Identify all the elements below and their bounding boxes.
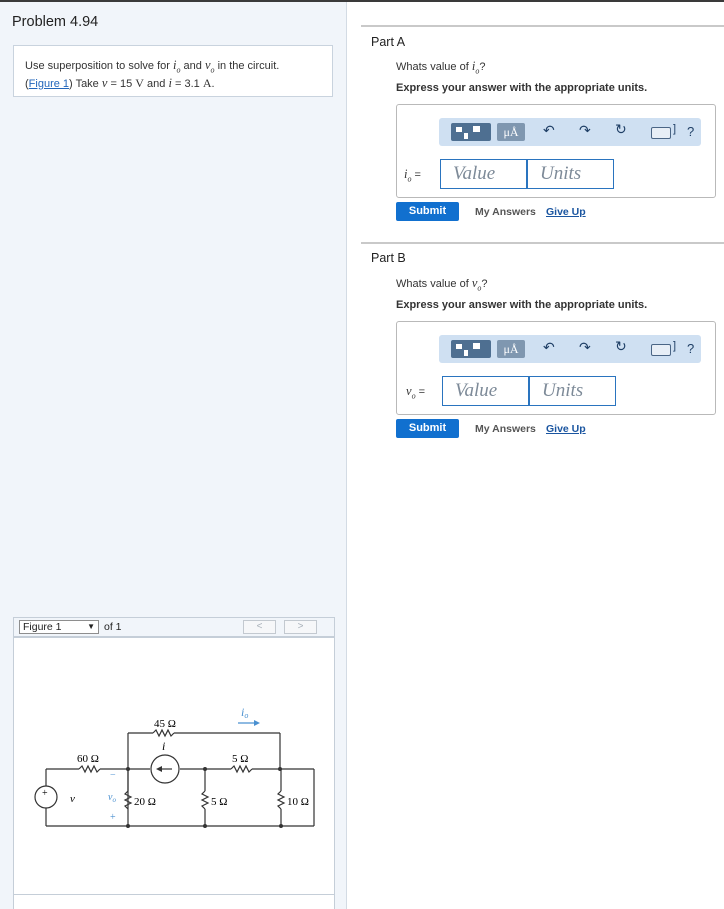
prev-figure-button[interactable]: < xyxy=(243,620,276,634)
statement-and2: and xyxy=(147,77,166,90)
help-button[interactable]: ? xyxy=(687,341,694,356)
part-a-give-up-link[interactable]: Give Up xyxy=(546,206,586,218)
r20-label: 20 Ω xyxy=(134,796,156,808)
r60-label: 60 Ω xyxy=(77,753,99,765)
source-plus: + xyxy=(42,788,48,799)
var-i: i xyxy=(168,75,172,90)
part-a-divider xyxy=(361,25,724,27)
reset-icon[interactable]: ↻ xyxy=(615,121,627,138)
part-a-value-input[interactable]: Value xyxy=(440,159,527,189)
circuit-diagram: 45 Ω 60 Ω 5 Ω 20 Ω 5 Ω 10 Ω i io v vo − … xyxy=(34,705,315,828)
r10-label: 10 Ω xyxy=(287,796,309,808)
figure-navigation-bar: Figure 1 ▼ of 1 < > xyxy=(13,617,335,637)
problem-statement: Use superposition to solve for io and vo… xyxy=(13,45,333,97)
figure-link[interactable]: Figure 1 xyxy=(29,78,69,90)
part-a-question: Whats value of io? xyxy=(396,59,486,76)
part-a-toolbar: μÅ ↶ ↷ ↻ ] ? xyxy=(439,118,701,146)
templates-icon[interactable] xyxy=(451,340,491,358)
var-vo: vo xyxy=(204,58,215,75)
keyboard-toggle-icon[interactable]: ] xyxy=(673,123,676,135)
figure-select[interactable]: Figure 1 ▼ xyxy=(19,620,99,634)
var-v: v xyxy=(101,75,108,90)
v-label: v xyxy=(70,793,75,805)
statement-circuit: in the circuit. xyxy=(217,60,280,72)
r45-label: 45 Ω xyxy=(154,718,176,730)
statement-and: and xyxy=(183,60,202,72)
part-b-toolbar: μÅ ↶ ↷ ↻ ] ? xyxy=(439,335,701,363)
part-b-my-answers-link[interactable]: My Answers xyxy=(475,423,536,435)
part-b-instruction: Express your answer with the appropriate… xyxy=(396,299,648,311)
part-a-units-input[interactable]: Units xyxy=(527,159,614,189)
part-a-submit-button[interactable]: Submit xyxy=(396,202,459,221)
part-b-question: Whats value of vo? xyxy=(396,276,488,293)
r5a-label: 5 Ω xyxy=(232,753,248,765)
io-label: io xyxy=(241,705,248,720)
units-symbol-button[interactable]: μÅ xyxy=(497,123,525,141)
figure-panel: 45 Ω 60 Ω 5 Ω 20 Ω 5 Ω 10 Ω i io v vo − … xyxy=(13,637,335,895)
help-button[interactable]: ? xyxy=(687,124,694,139)
r5b-label: 5 Ω xyxy=(211,796,227,808)
i-label: i xyxy=(162,739,165,753)
part-b-units-input[interactable]: Units xyxy=(529,376,616,406)
part-b-value-input[interactable]: Value xyxy=(442,376,529,406)
dropdown-arrow-icon: ▼ xyxy=(87,622,95,631)
redo-icon[interactable]: ↷ xyxy=(579,122,591,139)
figure-select-value: Figure 1 xyxy=(23,621,62,633)
vo-label: vo xyxy=(108,792,116,804)
part-a-title: Part A xyxy=(371,35,406,49)
part-b-submit-button[interactable]: Submit xyxy=(396,419,459,438)
statement-take: Take xyxy=(75,77,99,90)
part-a-answer-box: μÅ ↶ ↷ ↻ ] ? io = Value Units xyxy=(396,104,716,198)
statement-i-value: = 3.1 xyxy=(174,77,200,90)
part-b-value-label: vo = xyxy=(406,384,426,401)
keyboard-icon[interactable] xyxy=(651,344,671,356)
statement-v-value: = 15 xyxy=(110,77,133,90)
units-symbol-button[interactable]: μÅ xyxy=(497,340,525,358)
reset-icon[interactable]: ↻ xyxy=(615,338,627,355)
templates-icon[interactable] xyxy=(451,123,491,141)
problem-title: Problem 4.94 xyxy=(12,14,99,30)
part-a-value-label: io = xyxy=(404,167,421,184)
undo-icon[interactable]: ↶ xyxy=(543,339,555,356)
part-b-divider xyxy=(361,242,724,244)
part-b-title: Part B xyxy=(371,251,406,265)
statement-text: Use superposition to solve for xyxy=(25,60,170,72)
keyboard-toggle-icon[interactable]: ] xyxy=(673,340,676,352)
unit-volts: V xyxy=(135,75,144,90)
vo-plus: + xyxy=(110,812,116,823)
figure-count: of 1 xyxy=(104,621,122,633)
part-b-answer-box: μÅ ↶ ↷ ↻ ] ? vo = Value Units xyxy=(396,321,716,415)
part-a-instruction: Express your answer with the appropriate… xyxy=(396,82,648,94)
figure-panel-bottom xyxy=(13,895,335,909)
keyboard-icon[interactable] xyxy=(651,127,671,139)
unit-amps: A xyxy=(202,75,212,90)
vo-minus: − xyxy=(110,770,116,781)
part-a-my-answers-link[interactable]: My Answers xyxy=(475,206,536,218)
redo-icon[interactable]: ↷ xyxy=(579,339,591,356)
var-io: io xyxy=(172,58,181,75)
undo-icon[interactable]: ↶ xyxy=(543,122,555,139)
part-b-give-up-link[interactable]: Give Up xyxy=(546,423,586,435)
next-figure-button[interactable]: > xyxy=(284,620,317,634)
